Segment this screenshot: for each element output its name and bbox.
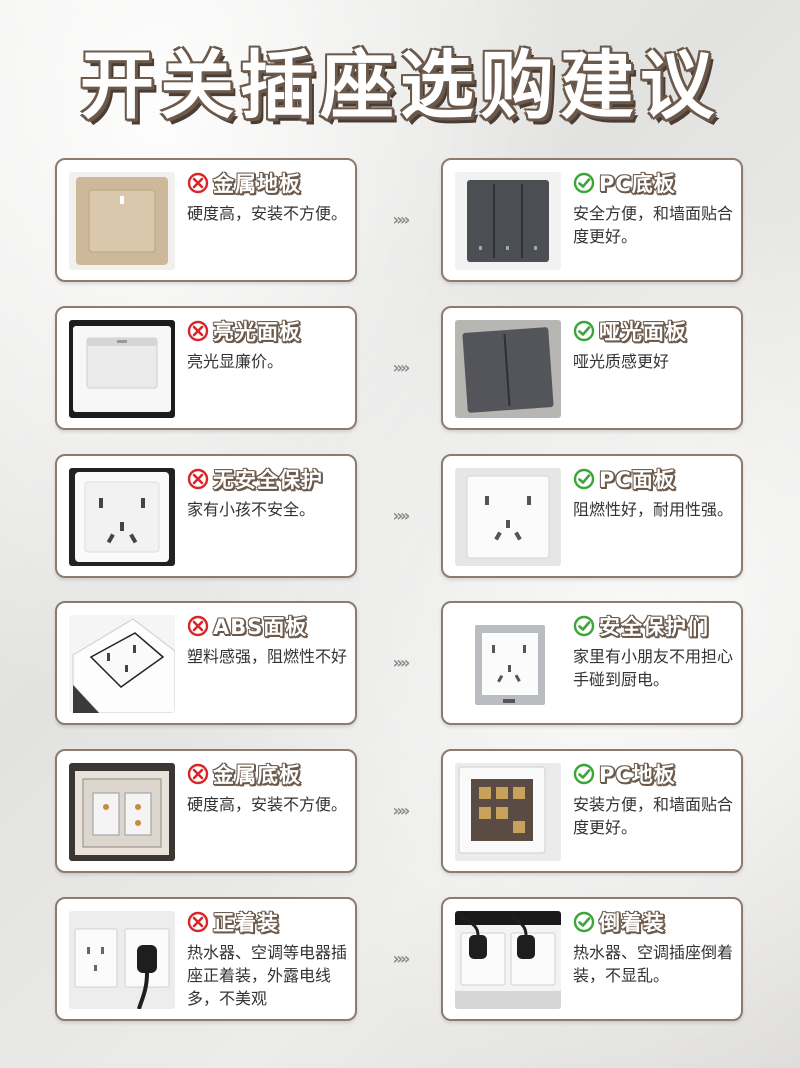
good-card: 哑光面板 哑光质感更好 — [441, 306, 743, 430]
bad-description: 亮光显廉价。 — [187, 352, 284, 371]
glossy-white-switch-photo — [69, 320, 175, 418]
bad-description: 硬度高，安装不方便。 — [187, 204, 348, 223]
page-title: 开关插座选购建议 — [80, 43, 720, 129]
bad-description: 塑料感强，阻燃性不好 — [187, 647, 348, 666]
upright-plug-socket-photo — [69, 911, 175, 1009]
good-card: 倒着装 热水器、空调插座倒着装，不显乱。 — [441, 897, 743, 1021]
bad-label: 亮光面板 — [213, 320, 301, 344]
good-description: 阻燃性好，耐用性强。 — [573, 500, 734, 519]
good-label: PC地板 — [599, 763, 676, 787]
check-circle-icon — [573, 911, 595, 933]
bad-label: 正着装 — [213, 911, 279, 935]
good-card: PC面板 阻燃性好，耐用性强。 — [441, 454, 743, 578]
good-description: 安装方便，和墙面贴合度更好。 — [573, 795, 734, 837]
good-label: 哑光面板 — [599, 320, 687, 344]
arrow-right-icon: »» — [392, 653, 411, 672]
check-circle-icon — [573, 468, 595, 490]
abs-socket-angled-photo — [69, 615, 175, 713]
cross-circle-icon — [187, 763, 209, 785]
good-label: PC底板 — [599, 172, 676, 196]
good-label: PC面板 — [599, 468, 676, 492]
good-label: 安全保护们 — [599, 615, 709, 639]
good-card: PC地板 安装方便，和墙面贴合度更好。 — [441, 749, 743, 873]
arrow-right-icon: »» — [392, 801, 411, 820]
silver-frame-socket-photo — [455, 615, 561, 713]
dark-gray-triple-switch-photo — [455, 172, 561, 270]
good-card: PC底板 安全方便，和墙面贴合度更好。 — [441, 158, 743, 282]
arrow-right-icon: »» — [392, 210, 411, 229]
good-description: 热水器、空调插座倒着装，不显乱。 — [573, 943, 734, 985]
bad-description: 家有小孩不安全。 — [187, 500, 316, 519]
white-five-hole-socket-photo — [69, 468, 175, 566]
good-description: 安全方便，和墙面贴合度更好。 — [573, 204, 734, 246]
check-circle-icon — [573, 615, 595, 637]
good-description: 哑光质感更好 — [573, 352, 670, 371]
good-description: 家里有小朋友不用担心手碰到厨电。 — [573, 647, 734, 689]
arrow-right-icon: »» — [392, 358, 411, 377]
bad-label: 金属底板 — [213, 763, 301, 787]
inverted-plug-socket-photo — [455, 911, 561, 1009]
arrow-right-icon: »» — [392, 949, 411, 968]
white-pc-socket-photo — [455, 468, 561, 566]
arrow-right-icon: »» — [392, 506, 411, 525]
bad-description: 热水器、空调等电器插座正着装，外露电线多，不美观 — [187, 943, 348, 1008]
cross-circle-icon — [187, 911, 209, 933]
cross-circle-icon — [187, 320, 209, 342]
champagne-gold-switch-photo — [69, 172, 175, 270]
cross-circle-icon — [187, 468, 209, 490]
metal-back-plate-photo — [69, 763, 175, 861]
bad-label: 无安全保护 — [213, 468, 323, 492]
bad-card: ABS面板 塑料感强，阻燃性不好 — [55, 601, 357, 725]
cross-circle-icon — [187, 615, 209, 637]
good-card: 安全保护们 家里有小朋友不用担心手碰到厨电。 — [441, 601, 743, 725]
bad-card: 亮光面板 亮光显廉价。 — [55, 306, 357, 430]
cross-circle-icon — [187, 172, 209, 194]
bad-description: 硬度高，安装不方便。 — [187, 795, 348, 814]
pc-back-plate-photo — [455, 763, 561, 861]
check-circle-icon — [573, 763, 595, 785]
matte-gray-double-switch-photo — [455, 320, 561, 418]
good-label: 倒着装 — [599, 911, 665, 935]
bad-card: 正着装 热水器、空调等电器插座正着装，外露电线多，不美观 — [55, 897, 357, 1021]
check-circle-icon — [573, 320, 595, 342]
check-circle-icon — [573, 172, 595, 194]
bad-card: 金属底板 硬度高，安装不方便。 — [55, 749, 357, 873]
bad-card: 无安全保护 家有小孩不安全。 — [55, 454, 357, 578]
bad-label: ABS面板 — [213, 615, 308, 639]
bad-card: 金属地板 硬度高，安装不方便。 — [55, 158, 357, 282]
bad-label: 金属地板 — [213, 172, 301, 196]
